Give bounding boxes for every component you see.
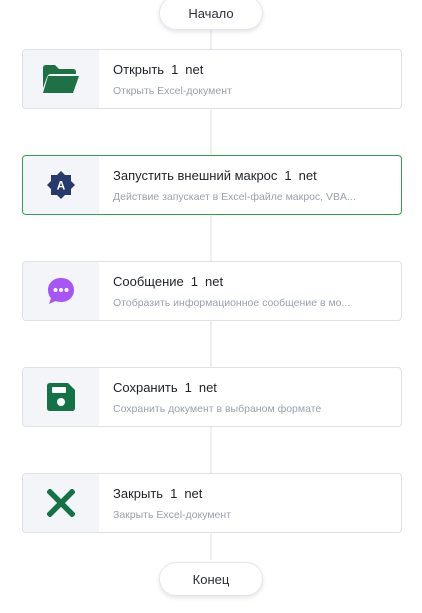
node-title: Открыть 1 net [113, 62, 204, 77]
node-description: Действие запускает в Excel-файле макрос,… [113, 191, 356, 203]
node-count: 1 [284, 168, 292, 183]
node-count: 1 [184, 380, 192, 395]
node-description: Открыть Excel-документ [113, 85, 232, 97]
macro-badge-icon: A [47, 171, 75, 199]
action-node-save[interactable]: Сохранить 1 net Сохранить документ в выб… [22, 367, 402, 427]
action-node-message[interactable]: Сообщение 1 net Отобразить информационно… [22, 261, 402, 321]
node-unit: net [185, 62, 204, 77]
node-title: Сообщение 1 net [113, 274, 224, 289]
node-icon-area: A [23, 156, 99, 214]
svg-text:A: A [57, 179, 66, 193]
node-title: Запустить внешний макрос 1 net [113, 168, 317, 183]
folder-icon [43, 65, 79, 93]
action-node-close[interactable]: Закрыть 1 net Закрыть Excel-документ [22, 473, 402, 533]
node-title: Сохранить 1 net [113, 380, 217, 395]
action-node-open[interactable]: Открыть 1 net Открыть Excel-документ [22, 49, 402, 109]
node-icon-area [23, 474, 99, 532]
save-icon [47, 383, 75, 411]
node-unit: net [298, 168, 317, 183]
start-node[interactable]: Начало [159, 0, 263, 30]
node-icon-area [23, 368, 99, 426]
node-description: Сохранить документ в выбраном формате [113, 403, 322, 415]
start-label: Начало [188, 5, 234, 21]
node-icon-area [23, 50, 99, 108]
node-description: Отобразить информационное сообщение в мо… [113, 297, 351, 309]
close-icon [47, 489, 75, 517]
chat-bubble-icon [48, 278, 74, 304]
node-description: Закрыть Excel-документ [113, 509, 232, 521]
node-unit: net [184, 486, 203, 501]
action-node-run-macro[interactable]: A Запустить внешний макрос 1 net Действи… [22, 155, 402, 215]
end-node[interactable]: Конец [159, 562, 263, 596]
node-count: 1 [190, 274, 198, 289]
node-unit: net [198, 380, 217, 395]
node-count: 1 [170, 486, 178, 501]
node-title: Закрыть 1 net [113, 486, 203, 501]
node-count: 1 [171, 62, 179, 77]
node-unit: net [204, 274, 224, 289]
node-icon-area [23, 262, 99, 320]
end-label: Конец [192, 571, 230, 587]
